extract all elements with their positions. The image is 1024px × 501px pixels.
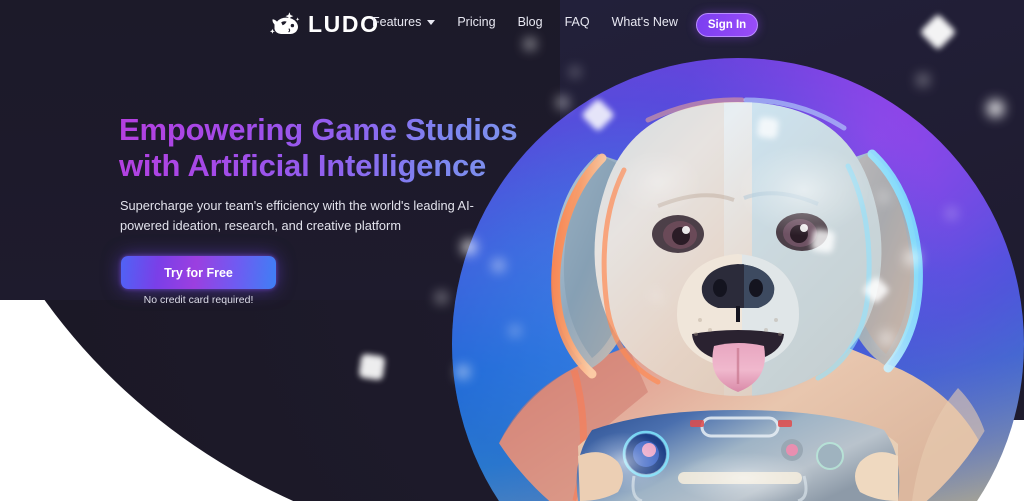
nav-link-label: Blog: [517, 15, 543, 29]
nav-link-faq[interactable]: FAQ: [565, 16, 590, 29]
nav-link-label: Pricing: [457, 15, 496, 29]
no-credit-card-note: No credit card required!: [143, 294, 254, 306]
dog-head-sparkle-icon: [269, 12, 300, 34]
controller-led-right: [778, 420, 792, 427]
nav-link-what-s-new[interactable]: What's New: [612, 16, 678, 29]
game-controller: [576, 410, 900, 501]
site-header: LUDO FeaturesPricingBlogFAQWhat's NewCon…: [0, 0, 1024, 50]
headline-line-2: with Artificial Intelligence: [119, 147, 487, 183]
main-navigation: FeaturesPricingBlogFAQWhat's NewContact: [372, 16, 743, 29]
fur-glow-left: [614, 150, 702, 214]
controller-right-stick: [818, 444, 842, 468]
nav-link-label: Features: [372, 15, 422, 29]
brand-name: LUDO: [308, 10, 380, 37]
try-for-free-button[interactable]: Try for Free: [121, 256, 276, 289]
dog-eye-left: [652, 215, 704, 253]
hero-subheading: Supercharge your team's efficiency with …: [120, 198, 474, 233]
fur-glow-right: [738, 144, 870, 236]
nav-link-blog[interactable]: Blog: [518, 16, 543, 29]
nav-link-label: FAQ: [564, 15, 590, 29]
sign-in-button[interactable]: Sign In: [696, 13, 758, 37]
chevron-down-icon: [427, 19, 436, 25]
page-title: Empowering Game Studios with Artificial …: [119, 112, 549, 184]
controller-led-left: [690, 420, 704, 427]
brand-logo[interactable]: LUDO: [268, 7, 380, 41]
nav-link-pricing[interactable]: Pricing: [457, 16, 495, 29]
nav-link-features[interactable]: Features: [372, 15, 436, 29]
headline-line-1: Empowering Game Studios: [119, 112, 518, 147]
hero-landing-page: LUDO FeaturesPricingBlogFAQWhat's NewCon…: [0, 0, 1024, 501]
nav-link-label: What's New: [611, 15, 678, 29]
